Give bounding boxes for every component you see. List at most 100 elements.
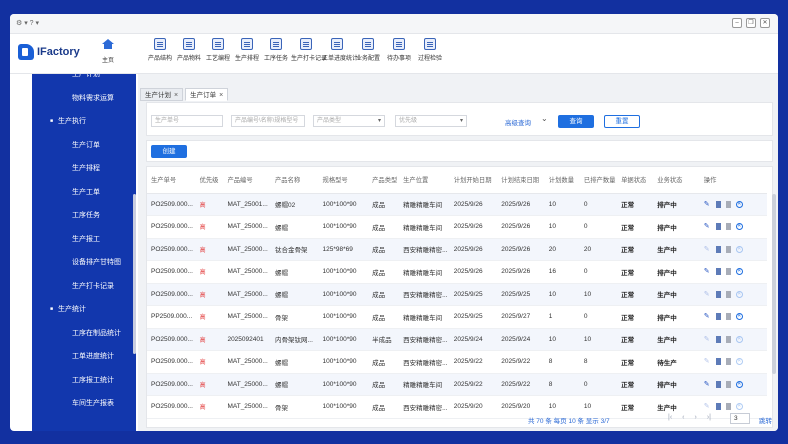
- column-header[interactable]: 生产单号: [147, 167, 196, 194]
- delete-icon[interactable]: [725, 200, 731, 208]
- column-header[interactable]: 产品名称: [270, 167, 319, 194]
- table-row[interactable]: PO2509.000... 高 MAT_25001... 螺帽02 100*100*90…: [147, 193, 767, 216]
- tab[interactable]: 生产计划 ×: [140, 88, 184, 101]
- cancel-icon[interactable]: ✕: [735, 290, 743, 298]
- toolbar-item[interactable]: 生产排程: [233, 38, 261, 62]
- document-icon[interactable]: [715, 268, 721, 276]
- first-page-icon[interactable]: |‹: [668, 414, 672, 421]
- document-icon[interactable]: [715, 380, 721, 388]
- delete-icon[interactable]: [725, 290, 731, 298]
- table-row[interactable]: PO2509.000... 高 MAT_25000... 螺帽 100*100*90 成品…: [147, 215, 767, 239]
- toolbar-item[interactable]: 待办事项: [384, 38, 414, 62]
- home-button[interactable]: 主页: [98, 39, 118, 64]
- cancel-icon[interactable]: ✕: [735, 403, 743, 411]
- product-search-input[interactable]: 产品编号\名称\规格型号: [231, 115, 305, 127]
- toolbar-item[interactable]: 工单进度统计: [322, 38, 358, 62]
- column-header[interactable]: 计划结束日期: [497, 167, 545, 194]
- advanced-search-link[interactable]: 高级查询: [505, 117, 531, 127]
- reset-button[interactable]: 重置: [604, 115, 640, 128]
- table-row[interactable]: PP2509.000... 高 MAT_25000... 骨架 100*100*90 成品…: [147, 305, 767, 329]
- sidebar-item[interactable]: 工序任务: [32, 204, 136, 228]
- column-header[interactable]: 操作: [699, 167, 767, 194]
- table-scrollbar[interactable]: [772, 194, 776, 374]
- toolbar-item[interactable]: 产品结构: [146, 38, 174, 62]
- edit-icon[interactable]: ✎: [704, 313, 711, 320]
- document-icon[interactable]: [715, 223, 721, 231]
- edit-icon[interactable]: ✎: [704, 246, 711, 253]
- edit-icon[interactable]: ✎: [704, 268, 711, 275]
- sidebar-item[interactable]: 生产报工: [32, 228, 136, 252]
- tab-close-icon[interactable]: ×: [219, 92, 223, 99]
- document-icon[interactable]: [715, 245, 721, 253]
- sidebar-group[interactable]: 生产统计: [32, 298, 136, 322]
- toolbar-item[interactable]: 产品物料: [175, 38, 203, 62]
- edit-icon[interactable]: ✎: [704, 223, 711, 230]
- help-menu[interactable]: ⚙ ▾ ? ▾: [16, 19, 39, 27]
- edit-icon[interactable]: ✎: [704, 358, 711, 365]
- priority-select[interactable]: 优先级: [395, 115, 467, 127]
- column-header[interactable]: 计划数量: [544, 167, 580, 194]
- cancel-icon[interactable]: ✕: [735, 268, 743, 276]
- sidebar-group[interactable]: 生产执行: [32, 110, 136, 134]
- cancel-icon[interactable]: ✕: [735, 358, 743, 366]
- cancel-icon[interactable]: ✕: [735, 223, 743, 231]
- prev-page-icon[interactable]: ‹: [682, 414, 684, 421]
- sidebar-item[interactable]: 生产计划: [32, 74, 136, 87]
- last-page-icon[interactable]: ›|: [707, 414, 711, 421]
- cancel-icon[interactable]: ✕: [735, 335, 743, 343]
- column-header[interactable]: 优先级: [195, 167, 224, 194]
- document-icon[interactable]: [715, 290, 721, 298]
- toolbar-item[interactable]: 工序任务: [262, 38, 290, 62]
- table-row[interactable]: PO2509.000... 高 MAT_25000... 螺帽 100*100*90 成品…: [147, 373, 767, 396]
- next-page-icon[interactable]: ›: [695, 414, 697, 421]
- column-header[interactable]: 规格型号: [318, 167, 369, 194]
- column-header[interactable]: 产品编号: [223, 167, 271, 194]
- tab-close-icon[interactable]: ×: [174, 92, 178, 99]
- column-header[interactable]: 单据状态: [617, 167, 654, 194]
- product-type-select[interactable]: 产品类型: [313, 115, 385, 127]
- edit-icon[interactable]: ✎: [704, 336, 711, 343]
- delete-icon[interactable]: [725, 268, 731, 276]
- cancel-icon[interactable]: ✕: [735, 200, 743, 208]
- edit-icon[interactable]: ✎: [704, 381, 711, 388]
- table-row[interactable]: PO2509.000... 高 MAT_25000... 螺帽 100*100*90 成品…: [147, 350, 767, 374]
- document-icon[interactable]: [715, 200, 721, 208]
- sidebar-item[interactable]: 工单进度统计: [32, 345, 136, 369]
- sidebar-item[interactable]: 生产工单: [32, 181, 136, 205]
- cancel-icon[interactable]: ✕: [735, 245, 743, 253]
- jump-button[interactable]: 跳转: [759, 415, 772, 425]
- search-button[interactable]: 查询: [558, 115, 594, 128]
- table-row[interactable]: PO2509.000... 高 MAT_25000... 钛合金骨架 125*98*69…: [147, 238, 767, 261]
- delete-icon[interactable]: [725, 223, 731, 231]
- edit-icon[interactable]: ✎: [704, 201, 711, 208]
- edit-icon[interactable]: ✎: [704, 291, 711, 298]
- toolbar-item[interactable]: 业务配置: [353, 38, 383, 62]
- column-header[interactable]: 计划开始日期: [449, 167, 498, 194]
- table-row[interactable]: PO2509.000... 高 MAT_25000... 螺帽 100*100*90 成品…: [147, 260, 767, 284]
- column-header[interactable]: 业务状态: [653, 167, 700, 194]
- document-icon[interactable]: [715, 335, 721, 343]
- toolbar-item[interactable]: 生产打卡记录: [291, 38, 327, 62]
- delete-icon[interactable]: [725, 335, 731, 343]
- document-icon[interactable]: [715, 403, 721, 411]
- column-header[interactable]: 生产位置: [399, 167, 450, 194]
- toolbar-item[interactable]: 工艺编程: [204, 38, 232, 62]
- sidebar-item[interactable]: 车间生产报表: [32, 392, 136, 416]
- delete-icon[interactable]: [725, 358, 731, 366]
- document-icon[interactable]: [715, 313, 721, 321]
- sidebar-item[interactable]: 设备排产甘特图: [32, 251, 136, 275]
- page-number-input[interactable]: 3: [730, 413, 750, 424]
- sidebar-item[interactable]: 生产排程: [32, 157, 136, 181]
- tab[interactable]: 生产订单 ×: [185, 88, 229, 101]
- minimize-icon[interactable]: –: [732, 18, 742, 28]
- sidebar-item[interactable]: 生产打卡记录: [32, 275, 136, 299]
- delete-icon[interactable]: [725, 313, 731, 321]
- document-icon[interactable]: [715, 358, 721, 366]
- delete-icon[interactable]: [725, 403, 731, 411]
- delete-icon[interactable]: [725, 380, 731, 388]
- delete-icon[interactable]: [725, 245, 731, 253]
- column-header[interactable]: 产品类型: [368, 167, 400, 194]
- create-button[interactable]: 创建: [151, 145, 187, 158]
- table-row[interactable]: PO2509.000... 高 MAT_25000... 螺帽 100*100*90 成品…: [147, 283, 767, 306]
- cancel-icon[interactable]: ✕: [735, 380, 743, 388]
